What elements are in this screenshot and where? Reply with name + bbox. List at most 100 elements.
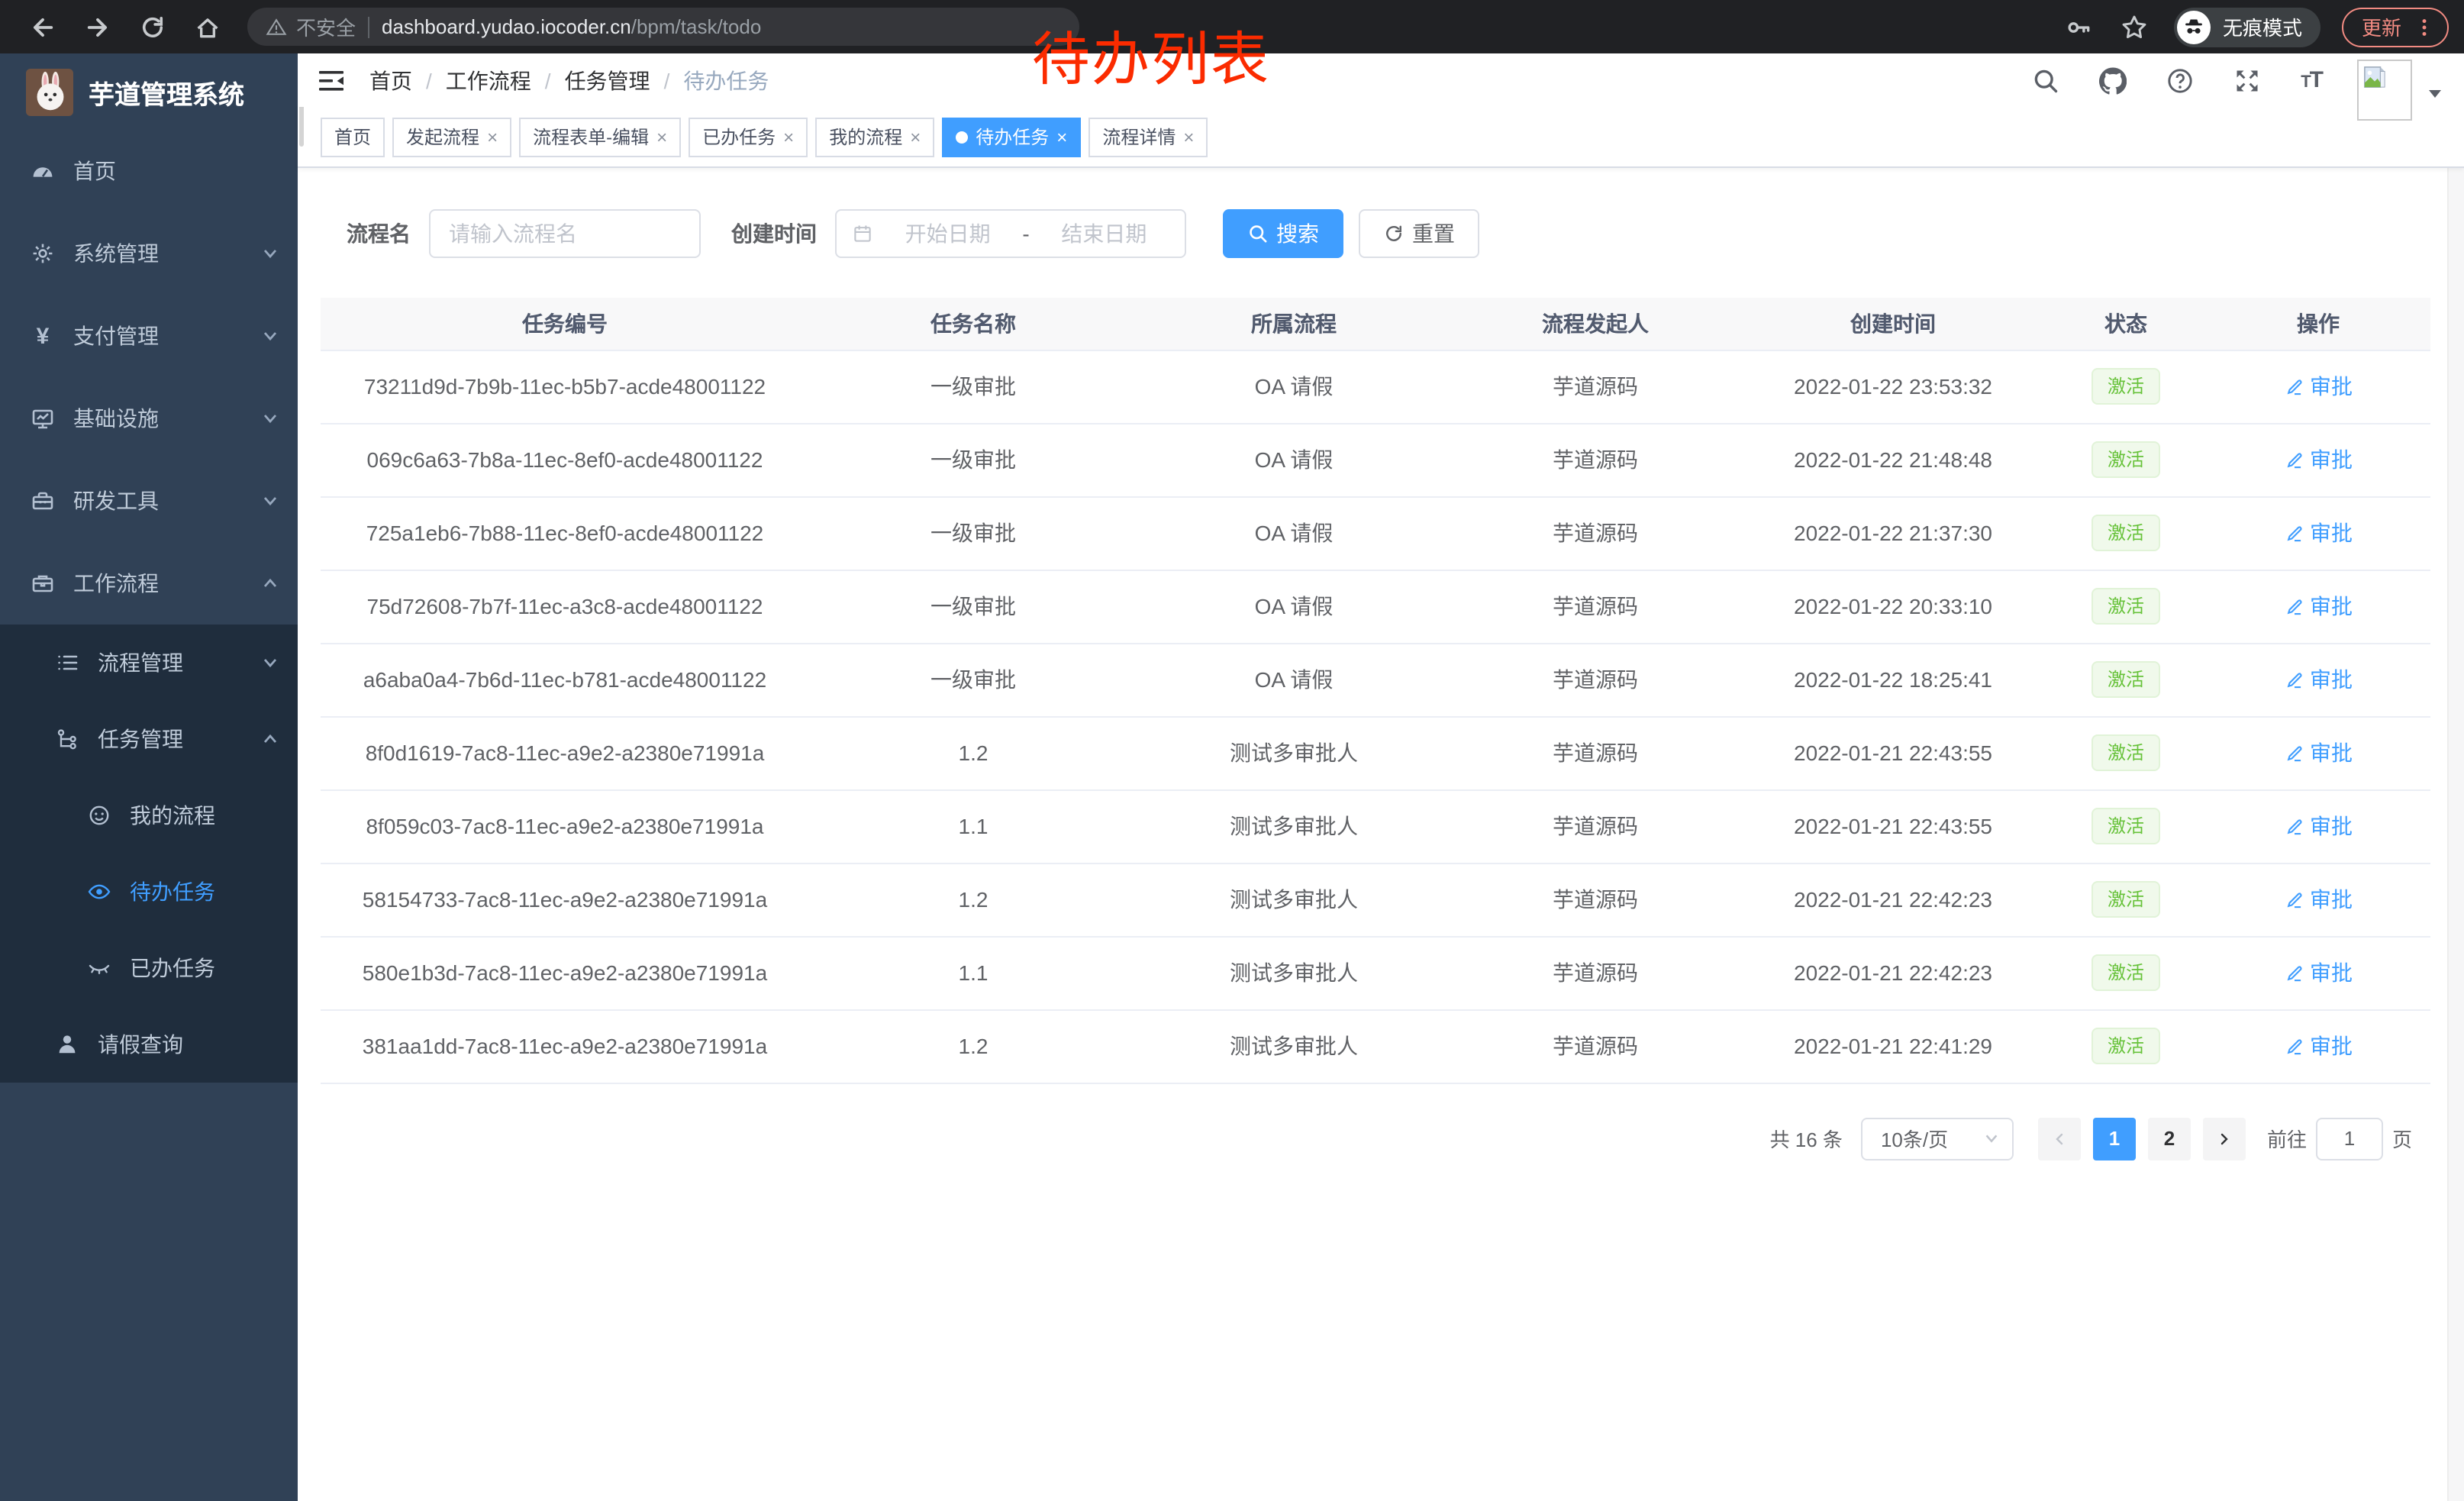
cell-id: 069c6a63-7b8a-11ec-8ef0-acde48001122: [321, 423, 809, 496]
tab-process-detail[interactable]: 流程详情×: [1088, 117, 1208, 157]
cell-initiator: 芋道源码: [1450, 716, 1740, 789]
tab-close-icon[interactable]: ×: [656, 128, 667, 146]
page-scrollbar[interactable]: [2447, 53, 2464, 1501]
sidebar-item-home[interactable]: 首页: [0, 130, 298, 212]
approve-label: 审批: [2310, 591, 2353, 621]
sidebar-item-task-management[interactable]: 任务管理: [0, 701, 298, 777]
cell-status: 激活: [2046, 423, 2206, 496]
date-range-picker[interactable]: 开始日期 - 结束日期: [835, 209, 1186, 258]
filter-form: 流程名 创建时间 开始日期 - 结束日期 搜索 重: [347, 209, 2430, 258]
approve-link[interactable]: 审批: [2284, 811, 2353, 841]
approve-link[interactable]: 审批: [2284, 518, 2353, 548]
sidebar-item-done-tasks[interactable]: 已办任务: [0, 930, 298, 1006]
edit-pencil-icon: [2284, 450, 2304, 470]
approve-label: 审批: [2310, 518, 2353, 548]
edit-pencil-icon: [2284, 670, 2304, 689]
breadcrumb-separator: /: [426, 68, 432, 92]
sidebar-item-label: 工作流程: [73, 568, 261, 599]
tab-close-icon[interactable]: ×: [1056, 128, 1067, 146]
help-icon[interactable]: [2166, 66, 2194, 94]
briefcase-icon: [31, 571, 55, 596]
bookmark-star-icon[interactable]: [2121, 13, 2148, 40]
status-badge: 激活: [2092, 954, 2159, 991]
table-row: 58154733-7ac8-11ec-a9e2-a2380e71991a1.2测…: [321, 863, 2430, 936]
approve-link[interactable]: 审批: [2284, 371, 2353, 402]
sidebar-scrollbar-thumb[interactable]: [299, 104, 304, 147]
process-name-input[interactable]: [429, 209, 701, 258]
sidebar-item-todo-tasks[interactable]: 待办任务: [0, 854, 298, 930]
approve-link[interactable]: 审批: [2284, 444, 2353, 475]
approve-link[interactable]: 审批: [2284, 1031, 2353, 1061]
approve-link[interactable]: 审批: [2284, 957, 2353, 988]
fullscreen-icon[interactable]: [2233, 66, 2261, 94]
tab-home[interactable]: 首页: [321, 117, 385, 157]
avatar-dropdown-caret-icon[interactable]: [2427, 85, 2443, 100]
cell-action: 审批: [2206, 789, 2430, 863]
tab-label: 首页: [334, 124, 371, 150]
password-key-icon[interactable]: [2066, 13, 2093, 40]
page-button-1[interactable]: 1: [2093, 1117, 2136, 1160]
address-bar[interactable]: 不安全 dashboard.yudao.iocoder.cn/bpm/task/…: [247, 8, 1079, 46]
cell-initiator: 芋道源码: [1450, 1009, 1740, 1083]
logo[interactable]: 芋道管理系统: [0, 53, 298, 130]
search-icon[interactable]: [2032, 66, 2059, 94]
sidebar-item-system[interactable]: 系统管理: [0, 212, 298, 295]
avatar[interactable]: [2357, 59, 2412, 120]
tab-close-icon[interactable]: ×: [910, 128, 921, 146]
prev-page-button[interactable]: [2038, 1117, 2081, 1160]
yen-icon: ¥: [31, 323, 55, 349]
approve-link[interactable]: 审批: [2284, 884, 2353, 915]
approve-link[interactable]: 审批: [2284, 664, 2353, 695]
collapse-sidebar-icon[interactable]: [318, 66, 345, 94]
security-warning[interactable]: 不安全: [266, 12, 356, 41]
forward-icon[interactable]: [84, 13, 111, 40]
approve-link[interactable]: 审批: [2284, 738, 2353, 768]
home-icon[interactable]: [194, 13, 221, 40]
status-badge: 激活: [2092, 368, 2159, 405]
tab-label: 我的流程: [829, 124, 902, 150]
reset-button[interactable]: 重置: [1359, 209, 1479, 258]
menu-dots-icon[interactable]: [2414, 16, 2435, 37]
sidebar-item-payment[interactable]: ¥ 支付管理: [0, 295, 298, 377]
goto-page-input[interactable]: [2316, 1117, 2383, 1160]
tab-form-edit[interactable]: 流程表单-编辑×: [519, 117, 681, 157]
github-icon[interactable]: [2099, 66, 2127, 94]
tab-todo-tasks[interactable]: 待办任务 ×: [942, 117, 1081, 157]
reload-icon[interactable]: [139, 13, 166, 40]
sidebar: 芋道管理系统 首页 系统管理 ¥ 支付管理: [0, 53, 298, 1501]
sidebar-item-leave-query[interactable]: 请假查询: [0, 1006, 298, 1083]
table-row: 8f0d1619-7ac8-11ec-a9e2-a2380e71991a1.2测…: [321, 716, 2430, 789]
sidebar-item-infrastructure[interactable]: 基础设施: [0, 377, 298, 460]
tab-close-icon[interactable]: ×: [487, 128, 498, 146]
breadcrumb-workflow[interactable]: 工作流程: [446, 65, 531, 95]
tab-label: 待办任务: [976, 124, 1049, 150]
breadcrumb-home[interactable]: 首页: [369, 65, 412, 95]
cell-status: 激活: [2046, 350, 2206, 423]
page-size-select[interactable]: 10条/页: [1861, 1117, 2014, 1160]
broken-image-icon: [2363, 65, 2386, 88]
tab-done-tasks[interactable]: 已办任务×: [689, 117, 808, 157]
tab-start-process[interactable]: 发起流程 ×: [392, 117, 511, 157]
tab-my-process[interactable]: 我的流程 ×: [815, 117, 934, 157]
font-size-icon[interactable]: TT: [2301, 67, 2322, 93]
back-icon[interactable]: [29, 13, 56, 40]
breadcrumb-task-management[interactable]: 任务管理: [565, 65, 650, 95]
tab-close-icon[interactable]: ×: [1183, 128, 1194, 146]
next-page-button[interactable]: [2203, 1117, 2246, 1160]
page-button-2[interactable]: 2: [2148, 1117, 2191, 1160]
search-button[interactable]: 搜索: [1223, 209, 1343, 258]
cell-process: OA 请假: [1137, 643, 1450, 716]
cell-status: 激活: [2046, 1009, 2206, 1083]
tab-label: 发起流程: [406, 124, 479, 150]
sidebar-item-my-process[interactable]: 我的流程: [0, 777, 298, 854]
table-row: 73211d9d-7b9b-11ec-b5b7-acde48001122一级审批…: [321, 350, 2430, 423]
sidebar-item-devtools[interactable]: 研发工具: [0, 460, 298, 542]
approve-link[interactable]: 审批: [2284, 591, 2353, 621]
cell-action: 审批: [2206, 570, 2430, 643]
cell-created: 2022-01-21 22:43:55: [1740, 716, 2046, 789]
sidebar-item-label: 流程管理: [98, 647, 261, 678]
tab-close-icon[interactable]: ×: [783, 128, 794, 146]
sidebar-item-workflow[interactable]: 工作流程: [0, 542, 298, 625]
edit-pencil-icon: [2284, 523, 2304, 543]
sidebar-item-process-management[interactable]: 流程管理: [0, 625, 298, 701]
